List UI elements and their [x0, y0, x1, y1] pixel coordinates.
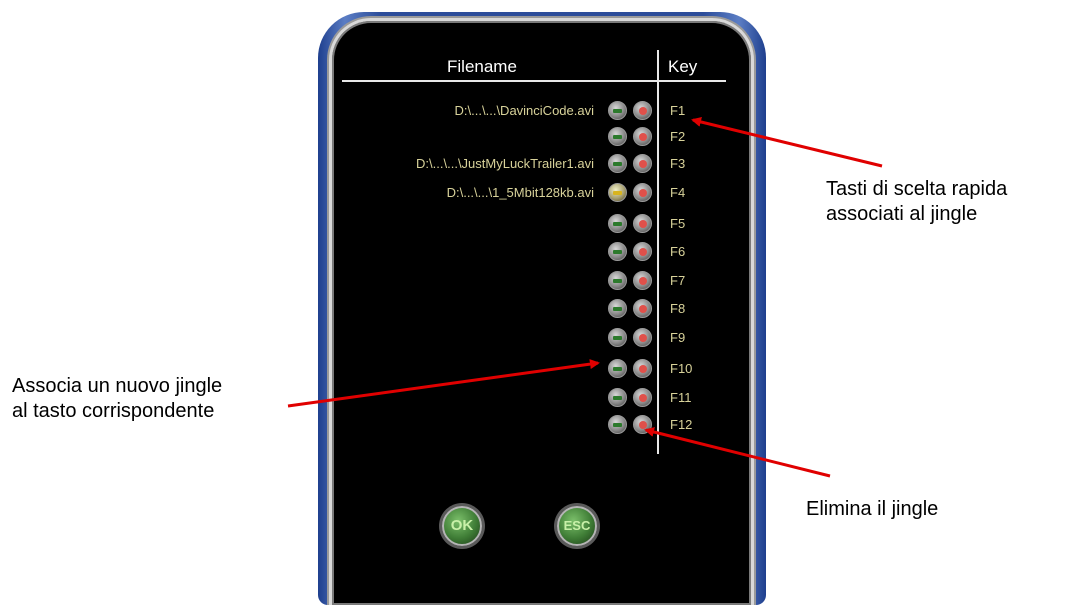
annotation-arrows — [287, 117, 883, 478]
arrow-to-hotkeys — [691, 117, 883, 168]
arrow-to-associate — [287, 359, 600, 408]
arrow-to-delete — [644, 427, 831, 478]
